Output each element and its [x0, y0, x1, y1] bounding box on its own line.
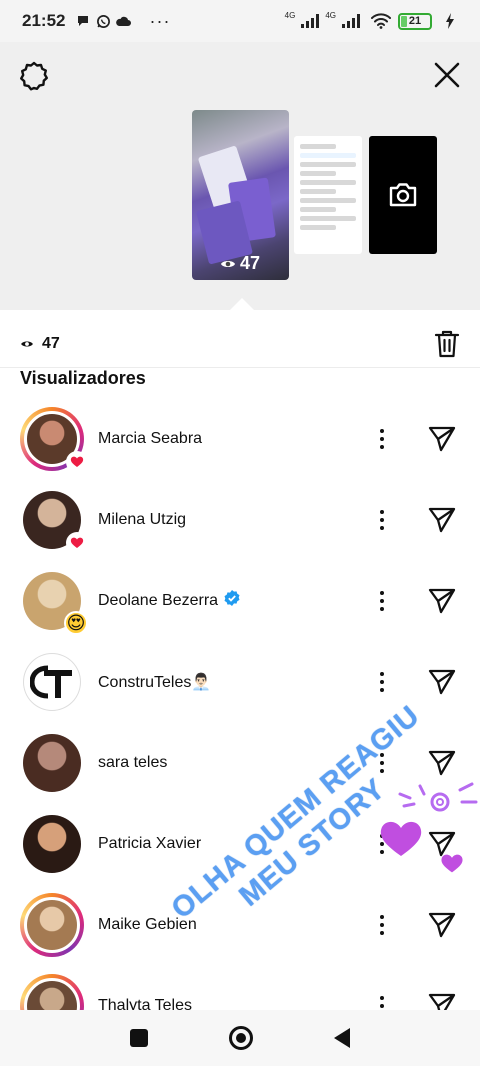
story-preview-area: 47 [0, 42, 480, 310]
send-message-icon[interactable] [426, 641, 458, 722]
send-message-icon[interactable] [426, 560, 458, 641]
thumb-line [300, 225, 336, 230]
more-options-icon[interactable] [372, 479, 392, 560]
viewer-avatar[interactable] [20, 406, 88, 473]
home-button[interactable] [228, 1026, 253, 1050]
viewer-name-text: Thalyta Teles [98, 996, 192, 1011]
emoji-reaction-icon: 😍 [64, 610, 88, 635]
thumb-line [300, 153, 356, 158]
viewer-avatar[interactable]: 😍 [20, 569, 88, 635]
status-time: 21:52 [22, 11, 66, 30]
viewer-name-text: Deolane Bezerra [98, 591, 219, 609]
whatsapp-icon [95, 13, 111, 29]
viewer-avatar[interactable] [20, 488, 88, 554]
status-right: 4G 4G 21 [284, 10, 458, 30]
eye-icon [221, 260, 235, 267]
viewer-name[interactable]: Deolane Bezerra [98, 590, 240, 611]
viewer-name-text: Marcia Seabra [98, 429, 203, 447]
more-options-icon[interactable] [372, 641, 392, 722]
back-button[interactable] [333, 1028, 350, 1048]
thumb-line [300, 189, 336, 194]
viewer-avatar[interactable] [20, 812, 84, 876]
viewers-title: Visualizadores [20, 368, 146, 388]
send-message-icon[interactable] [426, 965, 458, 1010]
message-icon [75, 13, 91, 29]
selected-story-pointer [230, 298, 254, 310]
viewer-name[interactable]: Thalyta Teles [98, 997, 192, 1011]
battery-level: 21 [408, 15, 422, 27]
thumb-line [300, 207, 336, 212]
viewer-name[interactable]: Marcia Seabra [98, 430, 202, 448]
send-message-icon[interactable] [426, 884, 458, 965]
viewer-name[interactable]: sara teles [98, 754, 167, 772]
avatar-photo [23, 733, 81, 792]
more-notifications-icon: ··· [149, 10, 171, 31]
network-label-2: 4G [325, 10, 336, 20]
thumb-line [300, 162, 356, 167]
current-story-thumbnail[interactable]: 47 [192, 110, 289, 280]
viewer-avatar[interactable] [20, 892, 84, 957]
viewer-avatar[interactable] [20, 650, 84, 714]
more-options-icon[interactable] [372, 884, 392, 965]
recent-apps-button[interactable] [130, 1029, 149, 1047]
close-icon[interactable] [432, 60, 462, 90]
viewer-name[interactable]: ConstruTeles👨🏻‍💼 [98, 672, 211, 692]
verified-badge-icon [224, 590, 240, 611]
viewer-row[interactable]: Thalyta Teles [0, 965, 480, 1010]
viewer-name-text: ConstruTeles👨🏻‍💼 [98, 673, 212, 691]
avatar-photo [23, 814, 81, 873]
purple-heart-decoration [380, 821, 422, 856]
viewer-name-text: Milena Utzig [98, 510, 187, 528]
settings-gear-icon[interactable] [18, 60, 50, 92]
signal-icon-2 [342, 14, 360, 28]
thumb-line [300, 144, 336, 149]
viewer-name[interactable]: Patricia Xavier [98, 835, 201, 853]
system-nav-bar [0, 1010, 480, 1066]
viewer-row[interactable]: Marcia Seabra [0, 398, 480, 479]
home-dot [235, 1033, 246, 1043]
viewer-row[interactable]: Milena Utzig [0, 479, 480, 560]
viewer-name[interactable]: Milena Utzig [98, 511, 186, 529]
story-view-count: 47 [220, 253, 260, 274]
story-thumbnail-2[interactable] [294, 136, 362, 254]
more-options-icon[interactable] [372, 398, 392, 479]
view-count: 47 [20, 335, 60, 353]
send-message-icon[interactable] [426, 398, 458, 479]
more-options-icon[interactable] [372, 560, 392, 641]
viewer-row[interactable]: 😍 Deolane Bezerra [0, 560, 480, 641]
thumb-line [300, 171, 336, 176]
views-row: 47 [0, 320, 480, 368]
story-views-value: 47 [240, 253, 261, 273]
viewer-name-text: Patricia Xavier [98, 834, 202, 852]
thumb-line [300, 216, 356, 221]
viewer-avatar[interactable] [20, 973, 84, 1010]
avatar-photo [23, 652, 81, 711]
signal-icon [301, 14, 320, 28]
cloud-icon [115, 13, 132, 29]
heart-reaction-icon [66, 450, 88, 473]
delete-trash-icon[interactable] [434, 329, 460, 359]
purple-heart-decoration-small [441, 854, 463, 873]
sparkle-decoration [398, 782, 478, 812]
more-options-icon[interactable] [372, 965, 392, 1010]
battery-indicator: 21 [398, 12, 432, 30]
network-label: 4G [284, 10, 296, 20]
thumb-line [300, 198, 356, 203]
add-story-camera-button[interactable] [369, 136, 437, 254]
eye-icon [21, 341, 33, 346]
status-bar: 21:52 ··· 4G 4G 21 [0, 0, 480, 42]
thumb-line [300, 180, 356, 185]
avatar-photo [24, 896, 80, 953]
charging-icon [442, 13, 458, 29]
camera-icon [389, 183, 417, 207]
wifi-icon [370, 13, 392, 29]
view-count-value: 47 [42, 334, 60, 352]
viewer-avatar[interactable] [20, 731, 84, 795]
heart-reaction-icon [66, 531, 88, 554]
viewer-name-text: sara teles [98, 753, 168, 771]
avatar-photo [24, 977, 80, 1010]
send-message-icon[interactable] [426, 479, 458, 560]
